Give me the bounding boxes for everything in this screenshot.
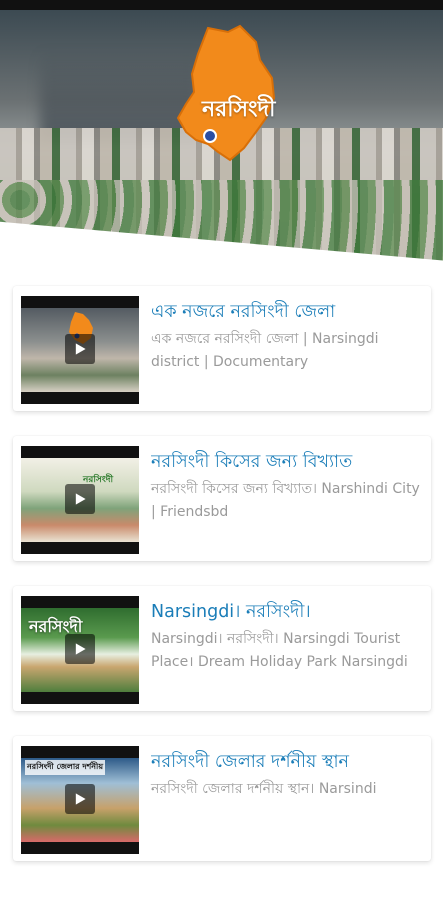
play-icon	[75, 493, 86, 505]
district-label: নরসিংদী	[202, 97, 276, 122]
video-description: Narsingdi। নরসিংদী। Narsingdi Tourist Pl…	[151, 631, 408, 670]
video-thumbnail[interactable]: নরসিংদী	[21, 446, 139, 554]
video-title[interactable]: নরসিংদী কিসের জন্য বিখ্যাত	[151, 450, 421, 474]
play-button[interactable]	[65, 784, 95, 814]
video-thumbnail[interactable]: নরসিংদী জেলার দর্শনীয়	[21, 746, 139, 854]
play-button[interactable]	[65, 334, 95, 364]
video-content: Narsingdi। নরসিংদী। Narsingdi। নরসিংদী। …	[151, 600, 421, 673]
play-icon	[75, 343, 86, 355]
video-thumbnail[interactable]: নরসিংদী	[21, 596, 139, 704]
video-description: নরসিংদী কিসের জন্য বিখ্যাত। Narshindi Ci…	[151, 481, 420, 520]
video-card[interactable]: নরসিংদী নরসিংদী কিসের জন্য বিখ্যাত নরসিং…	[13, 436, 431, 561]
video-title[interactable]: Narsingdi। নরসিংদী।	[151, 600, 421, 624]
video-description: এক নজরে নরসিংদী জেলা | Narsingdi distric…	[151, 331, 379, 370]
video-card[interactable]: নরসিংদী Narsingdi। নরসিংদী। Narsingdi। ন…	[13, 586, 431, 711]
video-description: নরসিংদী জেলার দর্শনীয় স্থান। Narsindi	[151, 781, 377, 797]
play-button[interactable]	[65, 484, 95, 514]
video-content: এক নজরে নরসিংদী জেলা এক নজরে নরসিংদী জেল…	[151, 300, 421, 373]
video-title[interactable]: নরসিংদী জেলার দর্শনীয় স্থান	[151, 750, 421, 774]
video-title[interactable]: এক নজরে নরসিংদী জেলা	[151, 300, 421, 324]
play-button[interactable]	[65, 634, 95, 664]
video-card[interactable]: নরসিংদী জেলার দর্শনীয় নরসিংদী জেলার দর্…	[13, 736, 431, 861]
video-thumbnail[interactable]	[21, 296, 139, 404]
status-bar	[0, 0, 443, 10]
video-list: এক নজরে নরসিংদী জেলা এক নজরে নরসিংদী জেল…	[13, 286, 431, 886]
play-icon	[75, 793, 86, 805]
thumbnail-text: নরসিংদী জেলার দর্শনীয়	[25, 760, 106, 775]
video-content: নরসিংদী জেলার দর্শনীয় স্থান নরসিংদী জেল…	[151, 750, 421, 801]
play-icon	[75, 643, 86, 655]
header-banner: নরসিংদী	[0, 10, 443, 270]
video-card[interactable]: এক নজরে নরসিংদী জেলা এক নজরে নরসিংদী জেল…	[13, 286, 431, 411]
video-content: নরসিংদী কিসের জন্য বিখ্যাত নরসিংদী কিসের…	[151, 450, 421, 523]
